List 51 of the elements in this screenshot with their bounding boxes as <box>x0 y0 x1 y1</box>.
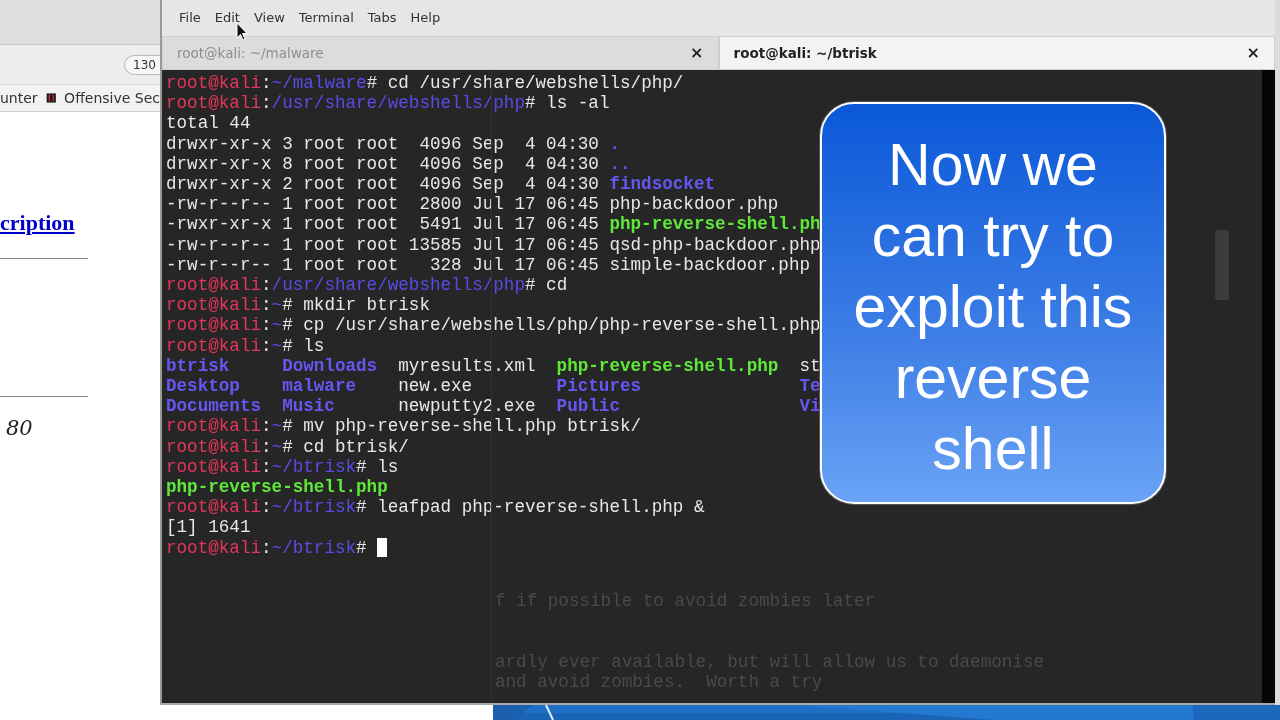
heading-link[interactable]: cription <box>0 212 75 234</box>
file-name: malware <box>282 376 357 397</box>
menu-item[interactable]: Help <box>403 6 448 36</box>
menu-item[interactable]: Tabs <box>360 6 404 36</box>
callout-text: Now we can try to exploit this reverse shell <box>852 131 1134 484</box>
terminal-line: root@kali:~/btrisk# leafpad php-reverse-shell.php & <box>166 497 705 518</box>
terminal-line: [1] 1641 <box>166 517 251 538</box>
terminal-line: root@kali:~# ls <box>166 335 325 356</box>
terminal-line: total 44 <box>166 113 251 134</box>
file-name: Public <box>556 396 620 417</box>
terminal-line: root@kali:/usr/share/webshells/php# ls -al <box>166 93 610 114</box>
file-name: newputty2.exe <box>398 396 536 417</box>
terminal-line: root@kali:~# cd btrisk/ <box>166 436 409 457</box>
terminal-line: root@kali:~/btrisk# ls <box>166 456 399 477</box>
port-value: 80 <box>6 416 33 440</box>
file-name: Desktop <box>166 376 240 397</box>
file-name: Downloads <box>282 355 378 376</box>
bookmark-link[interactable]: Offensive Sec <box>64 87 160 109</box>
bookmark-link[interactable]: unter <box>0 87 38 109</box>
tab-label: root@kali: ~/malware <box>177 43 324 63</box>
menu-item[interactable]: Edit <box>207 6 247 36</box>
terminal-line: root@kali:~# mkdir btrisk <box>166 295 430 316</box>
file-name: Documents <box>166 396 262 417</box>
file-name: php-reverse-shell.php <box>556 355 779 376</box>
menu-item[interactable]: View <box>246 6 292 36</box>
file-name: st <box>799 355 821 376</box>
terminal-tab[interactable]: root@kali: ~/btrisk × <box>718 36 1275 70</box>
terminal-line: drwxr-xr-x 3 root root 4096 Sep 4 04:30 . <box>166 133 620 154</box>
terminal-tab[interactable]: root@kali: ~/malware × <box>162 36 719 70</box>
terminal-line: root@kali:~/btrisk# <box>166 537 368 558</box>
tab-label: root@kali: ~/btrisk <box>733 43 877 63</box>
file-name: btrisk <box>166 355 230 376</box>
file-name: Vi <box>799 396 821 417</box>
file-name: Pictures <box>556 376 642 397</box>
file-name: new.exe <box>398 376 473 397</box>
file-name: myresults.xml <box>398 355 536 376</box>
terminal-line: root@kali:~/malware# cd /usr/share/webshells/php/ <box>166 73 684 93</box>
terminal-line: root@kali:~# cp /usr/share/webshells/php/php-reverse-shell.php <box>166 315 821 336</box>
menu-item[interactable]: File <box>172 6 208 36</box>
file-name: Music <box>282 396 335 417</box>
terminal-line: php-reverse-shell.php <box>166 477 388 498</box>
terminal-line: root@kali:/usr/share/webshells/php# cd <box>166 275 568 296</box>
terminal-line: drwxr-xr-x 8 root root 4096 Sep 4 04:30 .. <box>166 153 631 174</box>
zoom-level[interactable]: 130 <box>124 54 160 75</box>
menu-item[interactable]: Terminal <box>291 6 361 36</box>
file-name: Te <box>799 376 821 397</box>
close-button[interactable]: × <box>1246 41 1260 65</box>
terminal-line: drwxr-xr-x 2 root root 4096 Sep 4 04:30 findsocket <box>166 174 716 194</box>
terminal-line: root@kali:~# mv php-reverse-shell.php btrisk/ <box>166 416 642 437</box>
close-button[interactable]: × <box>690 41 704 65</box>
mouse-pointer-icon <box>236 22 248 41</box>
